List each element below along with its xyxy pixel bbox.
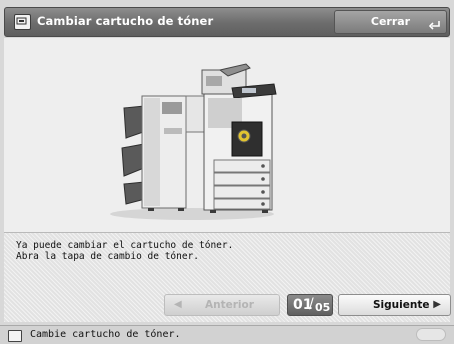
instruction-panel: Ya puede cambiar el cartucho de tóner. A… — [4, 232, 451, 322]
status-message: Cambie cartucho de tóner. — [30, 329, 181, 340]
instruction-line: Ya puede cambiar el cartucho de tóner. — [16, 240, 234, 251]
return-arrow-icon — [429, 21, 440, 30]
arrow-right-icon: ▶ — [433, 299, 441, 310]
illustration-area — [4, 38, 450, 232]
toner-cartridge-icon — [14, 14, 31, 30]
printer-with-finisher-illustration — [110, 63, 277, 220]
toner-replacement-screen: Cambiar cartucho de tóner Cerrar Ya pued… — [0, 0, 454, 344]
next-button-label: Siguiente — [373, 299, 430, 311]
instruction-text: Ya puede cambiar el cartucho de tóner. A… — [16, 240, 233, 262]
toner-status-icon — [8, 330, 22, 342]
previous-button-label: Anterior — [205, 299, 254, 311]
page-total: 05 — [315, 301, 331, 314]
arrow-left-icon: ◀ — [174, 299, 182, 310]
title-bar: Cambiar cartucho de tóner Cerrar — [4, 7, 450, 37]
status-bar: Cambie cartucho de tóner. — [0, 325, 454, 344]
page-indicator: 01 / 05 — [287, 294, 333, 316]
instruction-line: Abra la tapa de cambio de tóner. — [16, 251, 200, 262]
next-button[interactable]: Siguiente ▶ — [338, 294, 451, 316]
close-button[interactable]: Cerrar — [334, 10, 447, 34]
page-separator: / — [309, 296, 314, 312]
status-monitor-button[interactable] — [416, 328, 446, 341]
page-title: Cambiar cartucho de tóner — [37, 14, 214, 28]
previous-button[interactable]: ◀ Anterior — [164, 294, 280, 316]
